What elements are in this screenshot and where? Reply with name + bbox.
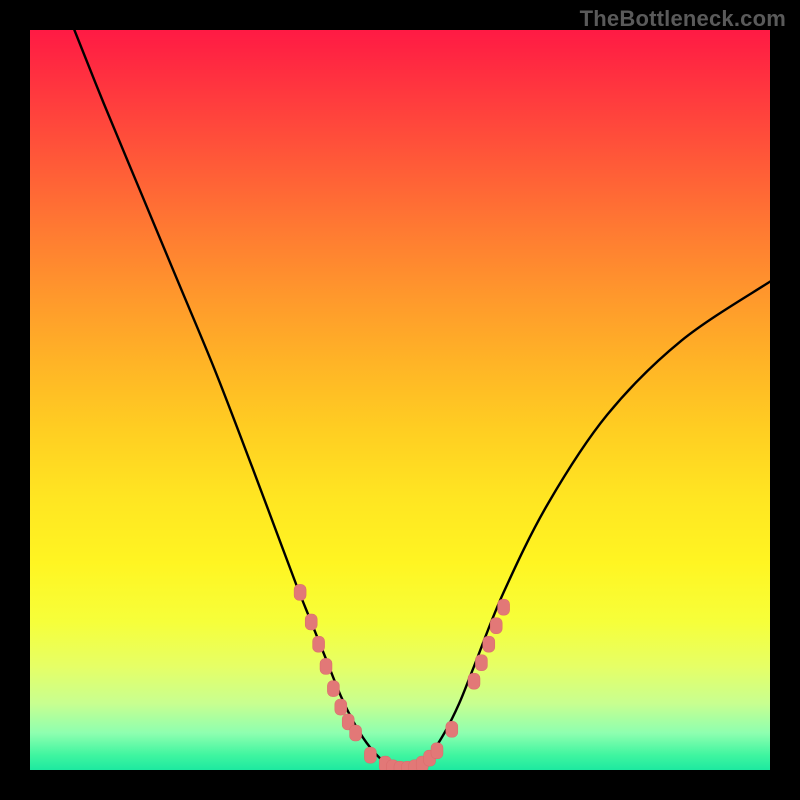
data-marker bbox=[350, 725, 362, 741]
data-marker bbox=[320, 658, 332, 674]
data-marker bbox=[335, 699, 347, 715]
data-marker bbox=[431, 743, 443, 759]
data-marker bbox=[498, 599, 510, 615]
data-marker bbox=[483, 636, 495, 652]
data-marker bbox=[305, 614, 317, 630]
bottleneck-curve bbox=[74, 30, 770, 770]
data-marker bbox=[468, 673, 480, 689]
data-markers bbox=[294, 584, 510, 770]
chart-overlay bbox=[30, 30, 770, 770]
data-marker bbox=[475, 655, 487, 671]
chart-frame: TheBottleneck.com bbox=[0, 0, 800, 800]
data-marker bbox=[364, 747, 376, 763]
data-marker bbox=[294, 584, 306, 600]
data-marker bbox=[446, 721, 458, 737]
plot-area bbox=[30, 30, 770, 770]
curve-path bbox=[74, 30, 770, 770]
data-marker bbox=[327, 681, 339, 697]
data-marker bbox=[490, 618, 502, 634]
watermark-text: TheBottleneck.com bbox=[580, 6, 786, 32]
data-marker bbox=[313, 636, 325, 652]
